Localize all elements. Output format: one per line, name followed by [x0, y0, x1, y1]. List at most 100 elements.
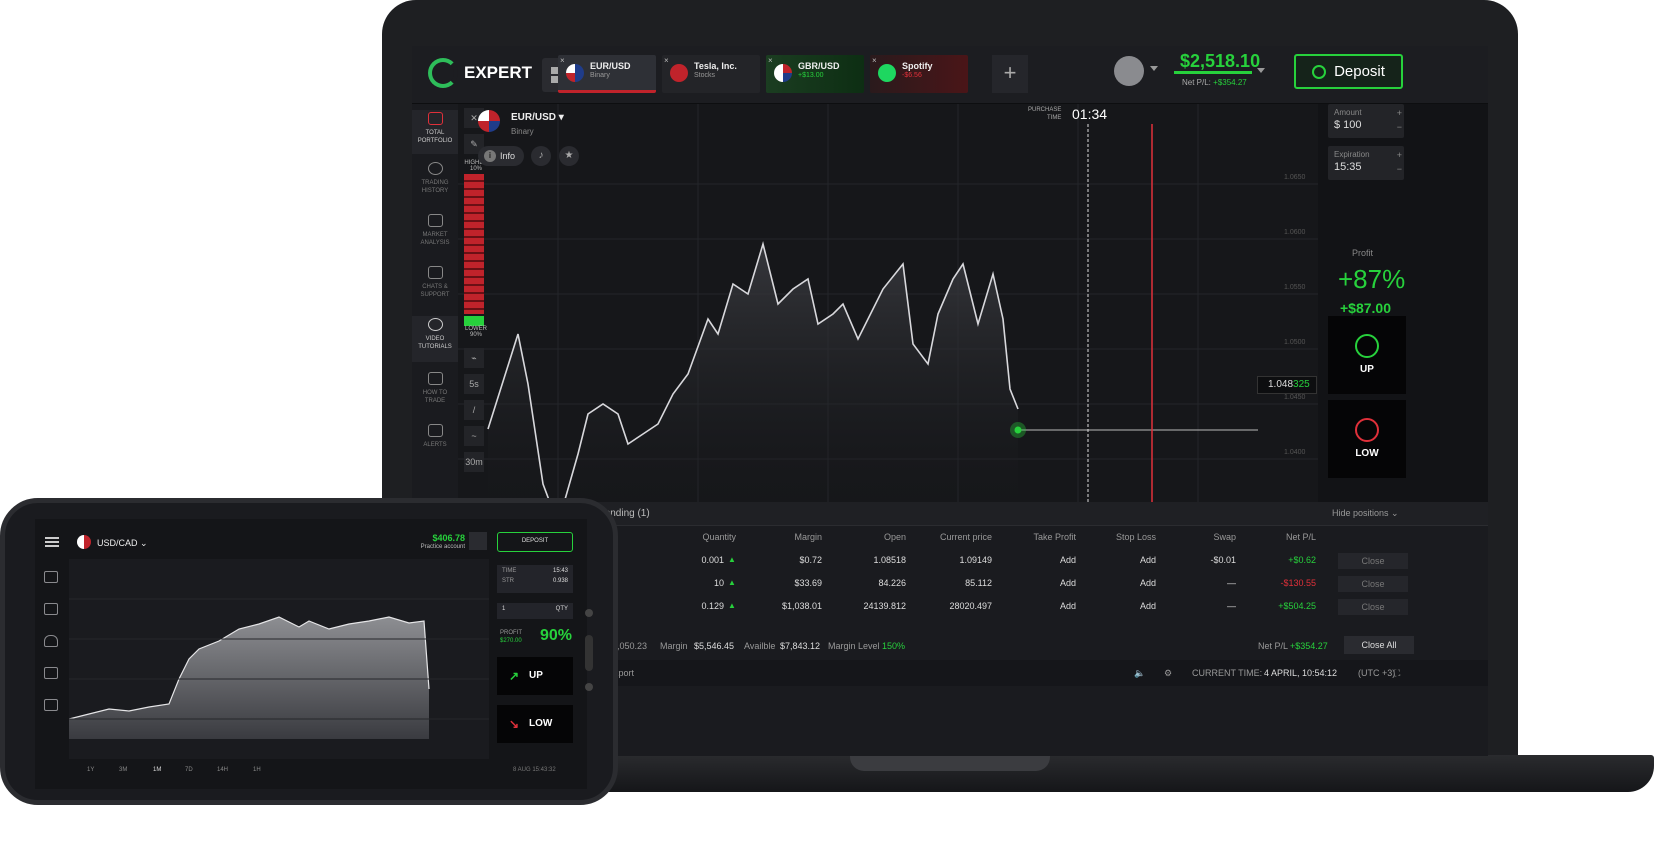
- chat-icon: [427, 266, 443, 279]
- graduation-cap-icon[interactable]: [44, 667, 58, 679]
- phone-balance[interactable]: $406.78: [415, 533, 465, 543]
- star-icon[interactable]: ★: [559, 146, 579, 166]
- expiration-field[interactable]: Expiration 15:35 + −: [1328, 146, 1404, 180]
- chevron-down-icon[interactable]: [469, 532, 487, 550]
- up-button[interactable]: UP: [1328, 316, 1406, 394]
- chevron-down-icon[interactable]: [1150, 66, 1158, 71]
- sidebar-item-history[interactable]: TRADING HISTORY: [412, 160, 458, 204]
- pair-title: EUR/USD: [511, 112, 557, 123]
- take-profit-add[interactable]: Add: [1012, 578, 1076, 588]
- analysis-icon[interactable]: [44, 603, 58, 615]
- amount-field[interactable]: Amount $ 100 + −: [1328, 104, 1404, 138]
- close-icon[interactable]: ×: [664, 56, 669, 65]
- phone-time-str-box[interactable]: TIME 15:43 STR 0.938: [497, 565, 573, 593]
- timeframe-3m[interactable]: 3M: [119, 767, 127, 773]
- qty-cell: 0.001: [701, 555, 724, 565]
- sidebar-item-chats[interactable]: CHATS & SUPPORT: [412, 264, 458, 308]
- logo-icon: [428, 58, 458, 88]
- sidebar-item-market[interactable]: MARKET ANALYSIS: [412, 212, 458, 256]
- margin-cell: $1,038.01: [781, 601, 822, 611]
- amount-stepper[interactable]: + −: [1397, 106, 1402, 134]
- fullscreen-icon[interactable]: ⛶: [1394, 668, 1400, 679]
- phone-qty-field[interactable]: 1 QTY: [497, 603, 573, 619]
- phone-price-chart[interactable]: [68, 559, 489, 759]
- tesla-icon: [670, 64, 688, 82]
- sidebar-item-portfolio[interactable]: TOTAL PORTFOLIO: [412, 110, 458, 154]
- close-position-button[interactable]: Close: [1338, 576, 1408, 592]
- chevron-down-icon[interactable]: [1257, 68, 1265, 73]
- tab-gbr-usd[interactable]: × GBR/USD +$13.00: [766, 55, 864, 93]
- pair-selector[interactable]: EUR/USD ▾: [511, 112, 564, 123]
- take-profit-add[interactable]: Add: [1012, 555, 1076, 565]
- flag-icon: [566, 64, 584, 82]
- pair-type: Binary: [511, 127, 534, 136]
- avatar[interactable]: [1114, 56, 1144, 86]
- briefcase-icon[interactable]: [44, 571, 58, 583]
- price-chart[interactable]: 1.0650 1.0600 1.0550 1.0500 1.0450 1.0400: [458, 104, 1318, 535]
- timeframe-1y[interactable]: 1Y: [87, 767, 94, 773]
- expiration-stepper[interactable]: + −: [1397, 148, 1402, 176]
- timeframe-5s[interactable]: 5s: [464, 374, 484, 394]
- take-profit-add[interactable]: Add: [1012, 601, 1076, 611]
- price-tail: 325: [1293, 379, 1310, 390]
- stop-loss-add[interactable]: Add: [1092, 555, 1156, 565]
- close-icon[interactable]: ×: [872, 56, 877, 65]
- close-icon[interactable]: ×: [560, 56, 565, 65]
- close-position-button[interactable]: Close: [1338, 553, 1408, 569]
- sidebar-item-label: CHATS & SUPPORT: [420, 284, 450, 298]
- open-cell: 24139.812: [863, 601, 906, 611]
- swap-cell: -$0.01: [1210, 555, 1236, 565]
- arrow-up-icon: ▲: [728, 578, 736, 587]
- phone-low-button[interactable]: ↘ LOW: [497, 705, 573, 743]
- sidebar-item-alerts[interactable]: ALERTS: [412, 422, 458, 462]
- deposit-button[interactable]: Deposit: [1294, 54, 1403, 89]
- stop-loss-add[interactable]: Add: [1092, 578, 1156, 588]
- gear-icon[interactable]: ⚙: [1164, 668, 1172, 679]
- tab-spotify[interactable]: × Spotify -$6.56: [870, 55, 968, 93]
- chat-icon[interactable]: [44, 699, 58, 711]
- sidebar-item-tutorials[interactable]: VIDEO TUTORIALS: [412, 316, 458, 362]
- sidebar-item-label: TOTAL PORTFOLIO: [417, 130, 453, 144]
- logo[interactable]: EXPERT: [428, 58, 532, 88]
- tab-tesla[interactable]: × Tesla, Inc. Stocks: [662, 55, 760, 93]
- tab-title: Tesla, Inc.: [694, 61, 737, 71]
- play-icon: [427, 318, 443, 331]
- spotify-icon: [878, 64, 896, 82]
- bell-icon[interactable]: [44, 635, 58, 647]
- phone-profit-percent: 90%: [540, 627, 573, 644]
- hide-positions-button[interactable]: Hide positions ⌄: [1332, 508, 1399, 519]
- draw-icon[interactable]: /: [464, 400, 484, 420]
- low-button[interactable]: LOW: [1328, 400, 1406, 478]
- profit-label: Profit: [1352, 248, 1374, 258]
- timeframe-1m[interactable]: 1M: [153, 767, 161, 773]
- current-price-tag: 1.048325: [1257, 376, 1317, 394]
- phone-pair-selector[interactable]: USD/CAD ⌄: [97, 538, 148, 549]
- phone-up-button[interactable]: ↗ UP: [497, 657, 573, 695]
- bell-icon[interactable]: ♪: [531, 146, 551, 166]
- phone-deposit-button[interactable]: DEPOSIT: [497, 532, 573, 552]
- expiration-value[interactable]: 15:35: [1334, 161, 1398, 173]
- tab-eur-usd[interactable]: × EUR/USD Binary: [558, 55, 656, 93]
- info-button[interactable]: Info: [478, 146, 524, 166]
- timeframe-7d[interactable]: 7D: [185, 767, 193, 773]
- close-all-button[interactable]: Close All: [1344, 636, 1414, 654]
- qty-cell: 0.129: [701, 601, 724, 611]
- hamburger-menu-icon[interactable]: [45, 537, 59, 547]
- close-position-button[interactable]: Close: [1338, 599, 1408, 615]
- balance-value[interactable]: $2,518.10: [1180, 51, 1260, 72]
- open-cell: 1.08518: [873, 555, 906, 565]
- chart-svg: 1.0650 1.0600 1.0550 1.0500 1.0450 1.0400: [458, 104, 1318, 535]
- speaker-icon[interactable]: 🔈: [1134, 668, 1145, 679]
- indicator-icon[interactable]: ⌁: [464, 348, 484, 368]
- sidebar-item-how-to-trade[interactable]: HOW TO TRADE: [412, 370, 458, 414]
- add-tab-button[interactable]: +: [992, 55, 1028, 93]
- amount-value[interactable]: $ 100: [1334, 119, 1398, 131]
- phone-camera: [585, 609, 593, 617]
- net-pl-label: Net P/L:: [1182, 78, 1211, 87]
- timeframe-30m[interactable]: 30m: [464, 452, 484, 472]
- wave-icon[interactable]: ~: [464, 426, 484, 446]
- close-icon[interactable]: ×: [768, 56, 773, 65]
- timeframe-1h[interactable]: 1H: [253, 767, 261, 773]
- timeframe-14h[interactable]: 14H: [217, 767, 228, 773]
- stop-loss-add[interactable]: Add: [1092, 601, 1156, 611]
